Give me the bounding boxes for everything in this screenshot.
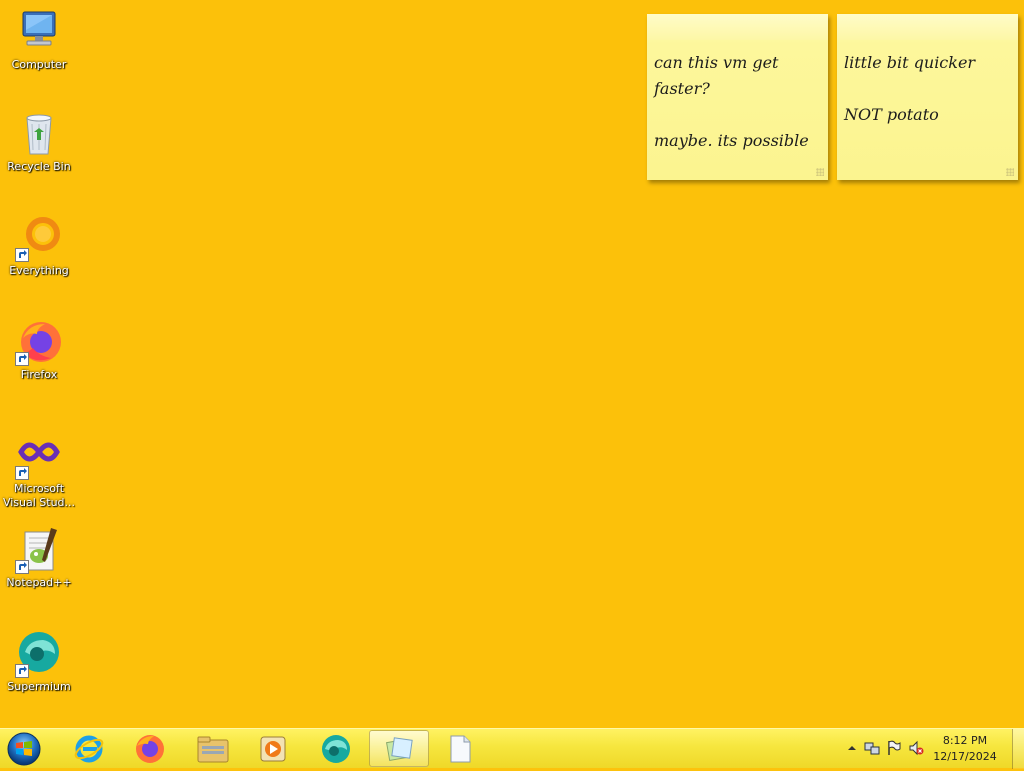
everything-icon	[15, 214, 63, 262]
sticky-note-title-bar[interactable]	[837, 14, 1018, 40]
shortcut-arrow-icon	[15, 248, 29, 262]
taskbar: 8:12 PM 12/17/2024	[0, 728, 1024, 769]
resize-grip-icon[interactable]	[816, 168, 824, 176]
visual-studio-icon	[15, 432, 63, 480]
desktop-icon-supermium[interactable]: Supermium	[2, 630, 76, 694]
clock-date: 12/17/2024	[933, 750, 997, 763]
firefox-icon	[15, 318, 63, 366]
desktop-icon-label: Computer	[11, 58, 67, 71]
sticky-note-title-bar[interactable]	[647, 14, 828, 40]
firefox-icon	[136, 734, 164, 763]
computer-icon	[15, 8, 63, 56]
taskbar-internet-explorer[interactable]	[60, 730, 118, 767]
taskbar-windows-explorer[interactable]	[184, 730, 242, 767]
system-tray: 8:12 PM 12/17/2024	[838, 729, 1024, 769]
start-button[interactable]	[4, 731, 44, 767]
sticky-note-text[interactable]: little bit quicker NOT potato	[837, 40, 1018, 128]
sticky-notes-icon	[385, 736, 413, 761]
media-player-icon	[260, 736, 286, 761]
desktop-icon-visual-studio[interactable]: Microsoft Visual Stud...	[2, 432, 76, 510]
clock-time: 8:12 PM	[942, 734, 988, 747]
show-desktop-button[interactable]	[1012, 729, 1024, 769]
desktop-icon-label: Everything	[9, 264, 69, 277]
desktop[interactable]: Computer Recycle Bin Everything Firefox …	[0, 0, 1024, 728]
volume-muted-icon[interactable]	[908, 740, 924, 756]
shortcut-arrow-icon	[15, 466, 29, 480]
desktop-icon-label: Notepad++	[6, 576, 72, 589]
taskbar-firefox[interactable]	[121, 730, 179, 767]
taskbar-document[interactable]	[432, 730, 488, 767]
desktop-icon-firefox[interactable]: Firefox	[2, 318, 76, 382]
taskbar-supermium[interactable]	[307, 730, 365, 767]
network-icon[interactable]	[864, 740, 880, 756]
folder-icon	[197, 736, 229, 762]
desktop-icon-recycle-bin[interactable]: Recycle Bin	[2, 110, 76, 174]
desktop-icon-label: Supermium	[7, 680, 71, 693]
windows-start-icon	[7, 732, 41, 766]
desktop-icon-everything[interactable]: Everything	[2, 214, 76, 278]
supermium-icon	[15, 630, 63, 678]
resize-grip-icon[interactable]	[1006, 168, 1014, 176]
sticky-note-text[interactable]: can this vm get faster? maybe. its possi…	[647, 40, 828, 154]
desktop-icon-label: Microsoft Visual Stud...	[2, 482, 76, 509]
show-hidden-icons-arrow[interactable]	[844, 740, 860, 756]
shortcut-arrow-icon	[15, 664, 29, 678]
internet-explorer-icon	[74, 735, 104, 762]
clock[interactable]: 8:12 PM 12/17/2024	[930, 733, 1000, 765]
recycle-bin-icon	[15, 110, 63, 158]
supermium-icon	[322, 734, 350, 763]
shortcut-arrow-icon	[15, 560, 29, 574]
sticky-note[interactable]: little bit quicker NOT potato	[837, 14, 1018, 180]
taskbar-sticky-notes[interactable]	[369, 730, 429, 767]
desktop-icon-computer[interactable]: Computer	[2, 8, 76, 72]
document-icon	[450, 735, 471, 762]
action-center-flag-icon[interactable]	[886, 740, 902, 756]
desktop-icon-label: Recycle Bin	[7, 160, 71, 173]
desktop-icon-notepadpp[interactable]: Notepad++	[2, 526, 76, 590]
sticky-note[interactable]: can this vm get faster? maybe. its possi…	[647, 14, 828, 180]
notepadpp-icon	[15, 526, 63, 574]
shortcut-arrow-icon	[15, 352, 29, 366]
desktop-icon-label: Firefox	[20, 368, 58, 381]
taskbar-media-player[interactable]	[244, 730, 302, 767]
